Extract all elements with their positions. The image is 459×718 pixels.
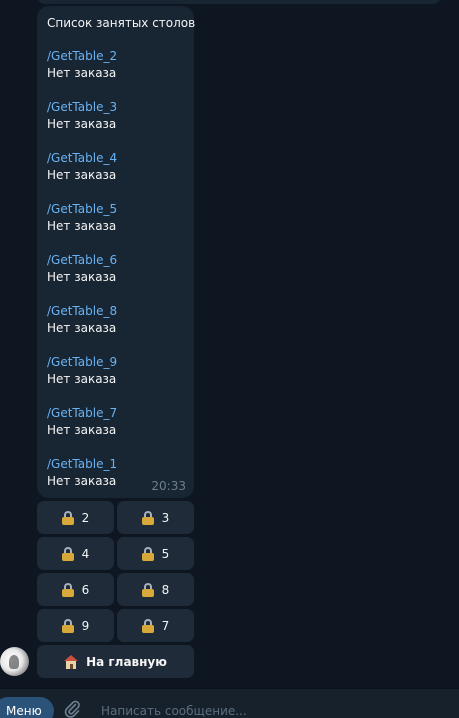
table-button-7[interactable]: 7 [117,609,194,642]
lock-icon [141,547,154,561]
table-entry: /GetTable_7 Нет заказа [47,405,184,456]
chat-window: Список занятых столов /GetTable_2 Нет за… [0,0,459,718]
message-input[interactable] [95,695,457,718]
command-link[interactable]: /GetTable_2 [47,48,184,65]
command-link[interactable]: /GetTable_1 [47,456,184,473]
command-link[interactable]: /GetTable_9 [47,354,184,371]
entry-status: Нет заказа [47,219,117,233]
table-entry: /GetTable_4 Нет заказа [47,150,184,201]
entry-status: Нет заказа [47,423,117,437]
paperclip-icon[interactable] [64,700,80,718]
table-entry: /GetTable_2 Нет заказа [47,48,184,99]
keyboard-row: 4 5 [37,537,194,570]
message-timestamp: 20:33 [151,479,186,493]
table-button-3[interactable]: 3 [117,501,194,534]
table-button-6[interactable]: 6 [37,573,114,606]
table-button-9[interactable]: 9 [37,609,114,642]
keyboard-row: На главную [37,645,194,678]
entry-status: Нет заказа [47,372,117,386]
previous-message-bubble [37,0,441,4]
command-link[interactable]: /GetTable_5 [47,201,184,218]
table-button-label: 8 [161,582,170,597]
lock-icon [141,511,154,525]
table-entry: /GetTable_8 Нет заказа [47,303,184,354]
table-button-label: 6 [81,582,90,597]
table-button-label: 2 [81,510,90,525]
keyboard-row: 2 3 [37,501,194,534]
table-button-label: 9 [81,618,90,633]
entry-status: Нет заказа [47,321,117,335]
entry-status: Нет заказа [47,66,117,80]
entry-status: Нет заказа [47,117,117,131]
lock-icon [141,583,154,597]
entry-status: Нет заказа [47,270,117,284]
table-entry: /GetTable_3 Нет заказа [47,99,184,150]
command-link[interactable]: /GetTable_7 [47,405,184,422]
table-entry: /GetTable_5 Нет заказа [47,201,184,252]
table-entry: /GetTable_6 Нет заказа [47,252,184,303]
house-icon [64,654,79,669]
lock-icon [61,619,74,633]
table-button-8[interactable]: 8 [117,573,194,606]
table-button-5[interactable]: 5 [117,537,194,570]
inline-keyboard: 2 3 4 5 6 8 9 7 На главную [37,501,194,681]
entry-status: Нет заказа [47,168,117,182]
table-button-label: 4 [81,546,90,561]
command-link[interactable]: /GetTable_8 [47,303,184,320]
bot-avatar[interactable] [0,647,29,676]
bot-message-bubble: Список занятых столов /GetTable_2 Нет за… [37,6,196,498]
lock-icon [61,511,74,525]
message-title: Список занятых столов [47,16,196,30]
keyboard-row: 9 7 [37,609,194,642]
lock-icon [61,583,74,597]
table-button-2[interactable]: 2 [37,501,114,534]
lock-icon [61,547,74,561]
home-button-label: На главную [86,654,167,669]
lock-icon [141,619,154,633]
message-composer: Меню [0,688,459,718]
table-entry: /GetTable_9 Нет заказа [47,354,184,405]
command-link[interactable]: /GetTable_6 [47,252,184,269]
keyboard-row: 6 8 [37,573,194,606]
command-link[interactable]: /GetTable_4 [47,150,184,167]
table-button-label: 7 [161,618,170,633]
table-button-label: 5 [161,546,170,561]
table-button-label: 3 [161,510,170,525]
menu-button[interactable]: Меню [0,697,54,718]
home-button[interactable]: На главную [37,645,194,678]
command-link[interactable]: /GetTable_3 [47,99,184,116]
table-button-4[interactable]: 4 [37,537,114,570]
